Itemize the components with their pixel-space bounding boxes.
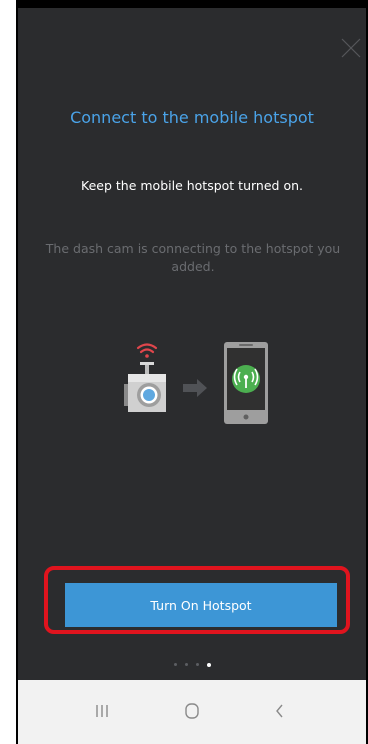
arrow-right-icon: [183, 379, 207, 397]
home-icon: [185, 703, 199, 719]
phone-frame: Connect to the mobile hotspot Keep the m…: [16, 0, 368, 744]
close-icon: [341, 38, 361, 58]
dash-cam-icon: [124, 362, 166, 412]
status-description: The dash cam is connecting to the hotspo…: [45, 241, 341, 274]
pagination-dot: [173, 663, 177, 666]
recent-apps-icon: [96, 705, 108, 717]
pagination-dot-active: [206, 662, 211, 667]
instruction-text: Keep the mobile hotspot turned on.: [81, 178, 303, 193]
system-nav-bar: [18, 680, 366, 744]
close-button[interactable]: [336, 32, 366, 62]
hotspot-icon: [232, 365, 260, 393]
wifi-icon: [136, 343, 158, 358]
back-button[interactable]: [260, 698, 300, 724]
back-icon: [276, 704, 283, 718]
turn-on-hotspot-button[interactable]: Turn On Hotspot: [65, 583, 337, 627]
connection-illustration: [108, 336, 278, 428]
pagination-dots: [18, 662, 366, 667]
recent-apps-button[interactable]: [82, 698, 122, 724]
home-button[interactable]: [172, 698, 212, 724]
page-title: Connect to the mobile hotspot: [70, 108, 314, 127]
pagination-dot: [184, 663, 188, 666]
pagination-dot: [195, 663, 199, 666]
